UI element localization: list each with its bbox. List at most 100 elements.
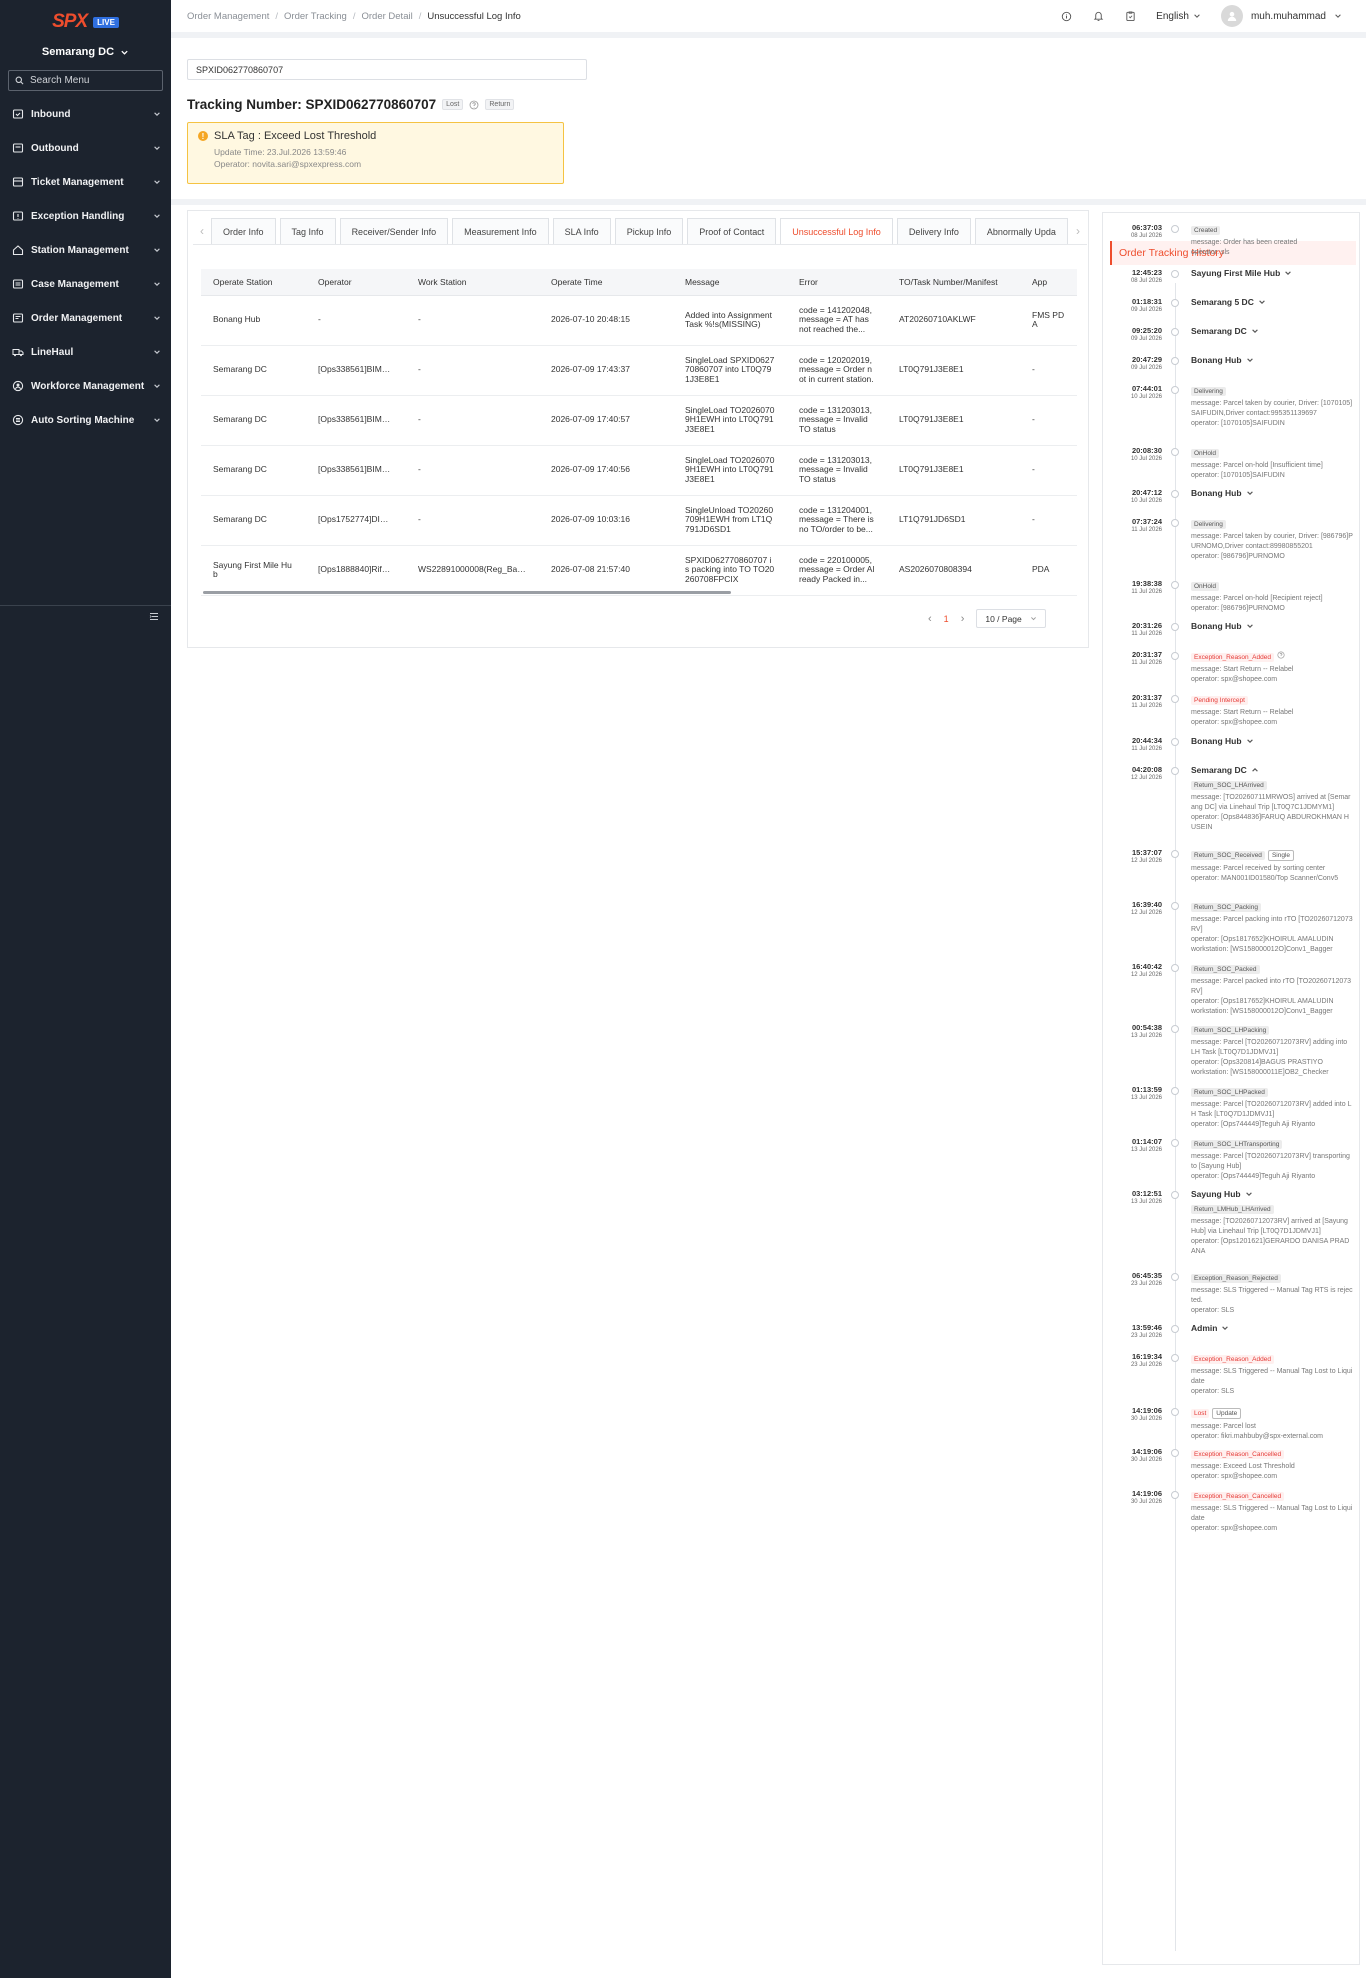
user-menu[interactable]: muh.muhammad [1220,5,1342,27]
chevron-down-icon [154,316,160,320]
sidebar-item-station-management[interactable]: Station Management [0,233,171,267]
chevron-down-icon [1245,1192,1252,1196]
table-cell: SingleLoad SPXID062770860707 into LT0Q79… [673,345,787,396]
timeline-dot [1171,225,1179,233]
event-date: 23 Jul 2026 [1130,1362,1162,1368]
sidebar-item-ticket-management[interactable]: Ticket Management [0,165,171,199]
sidebar-item-exception-handling[interactable]: Exception Handling [0,199,171,233]
event-badge: Single [1267,850,1295,861]
event-date: 11 Jul 2026 [1131,746,1162,752]
tab-delivery-info[interactable]: Delivery Info [896,218,971,244]
timeline-dot [1171,1325,1179,1333]
cell-text: code = 131203013, message = Invalid TO s… [799,405,873,434]
sidebar-item-label: Case Management [31,278,119,290]
sidebar-item-label: Exception Handling [31,210,125,222]
page-number[interactable]: 1 [944,614,949,624]
event-message: message: Parcel packing into rTO [TO2026… [1191,916,1353,953]
cell-text: - [418,465,421,475]
event-location[interactable]: Semarang DC [1191,765,1353,775]
tab-measurement-info[interactable]: Measurement Info [452,218,549,244]
collapse-menu-icon[interactable] [149,612,159,624]
chevron-down-icon [1285,271,1292,275]
tab-abnormally-upda[interactable]: Abnormally Upda [974,218,1068,244]
event-body: Bonang Hub [1191,355,1353,368]
tab-order-info[interactable]: Order Info [211,218,276,244]
event-status-tag: Lost [1191,1409,1210,1418]
event-date: 12 Jul 2026 [1130,775,1162,781]
language-selector[interactable]: English [1156,11,1201,22]
help-icon[interactable] [1277,650,1285,662]
tab-sla-info[interactable]: SLA Info [552,218,611,244]
sidebar-item-workforce-management[interactable]: Workforce Management [0,369,171,403]
event-location[interactable]: Bonang Hub [1191,355,1353,365]
station-selector[interactable]: Semarang DC [0,42,171,62]
sidebar-item-inbound[interactable]: Inbound [0,97,171,131]
event-location[interactable]: Bonang Hub [1191,621,1353,631]
menu-search-input[interactable]: Search Menu [8,70,163,91]
event-time: 16:19:34 [1131,1352,1162,1361]
event-status-tag: Return_SOC_LHPacking [1191,1026,1270,1035]
table-cell: Added into Assignment Task %!s(MISSING) [673,295,787,346]
brand-logo[interactable]: SPX LIVE [0,0,171,40]
search-icon [15,76,24,85]
event-location[interactable]: Sayung First Mile Hub [1191,268,1353,278]
bell-icon[interactable] [1082,10,1114,22]
event-body: Created message: Order has been created o… [1191,223,1353,258]
cell-text: 2026-07-08 21:57:40 [551,565,630,575]
help-icon[interactable] [469,100,479,110]
next-page-icon[interactable]: › [961,613,965,625]
chevron-down-icon [1246,358,1253,362]
tracking-number-input[interactable] [187,59,587,80]
table-cell: Sayung First Mile Hub [201,545,306,596]
cell-text: code = 120202019, message = Order not in… [799,355,874,384]
horizontal-scrollbar[interactable] [203,591,731,594]
event-message: message: Parcel taken by courier, Driver… [1191,533,1353,560]
sidebar-item-label: LineHaul [31,346,74,358]
tab-receiver-sender-info[interactable]: Receiver/Sender Info [339,218,449,244]
event-status-line: Pending Intercept [1191,693,1353,708]
info-icon[interactable] [1050,11,1082,22]
chevron-down-icon [154,112,160,116]
tab-proof-of-contact[interactable]: Proof of Contact [687,218,777,244]
event-location[interactable]: Sayung Hub [1191,1189,1353,1199]
breadcrumb-order-tracking[interactable]: Order Tracking [284,11,347,22]
table-cell: SingleUnload TO20260709H1EWH from LT1Q79… [673,495,787,546]
sidebar-item-outbound[interactable]: Outbound [0,131,171,165]
tab-tag-info[interactable]: Tag Info [279,218,336,244]
event-body: Semarang 5 DC [1191,297,1353,310]
event-location[interactable]: Semarang DC [1191,326,1353,336]
tab-pickup-info[interactable]: Pickup Info [614,218,684,244]
prev-page-icon[interactable]: ‹ [928,613,932,625]
breadcrumb-order-management[interactable]: Order Management [187,11,269,22]
event-location[interactable]: Semarang 5 DC [1191,297,1353,307]
breadcrumb-order-detail[interactable]: Order Detail [361,11,412,22]
table-cell: [Ops338561]BIMA ... [306,445,406,496]
page-size-select[interactable]: 10 / Page [976,609,1046,628]
event-date: 11 Jul 2026 [1131,589,1162,595]
chevron-down-icon [154,146,160,150]
tab-unsuccessful-log-info[interactable]: Unsuccessful Log Info [780,218,893,244]
clipboard-icon[interactable] [1114,10,1146,22]
event-location[interactable]: Bonang Hub [1191,736,1353,746]
event-location[interactable]: Bonang Hub [1191,488,1353,498]
event-date: 09 Jul 2026 [1130,365,1162,371]
sidebar-item-auto-sorting-machine[interactable]: Auto Sorting Machine [0,403,171,437]
event-body: Return_SOC_Received Single message: Parcel… [1191,848,1353,884]
tab-scroll-left-icon[interactable]: ‹ [193,218,211,244]
event-badge: Update [1212,1408,1242,1419]
tab-scroll-right-icon[interactable]: › [1069,218,1087,244]
sidebar-item-order-management[interactable]: Order Management [0,301,171,335]
workforce-icon [12,380,24,392]
event-body: Bonang Hub [1191,488,1353,501]
table-cell: 2026-07-09 17:43:37 [539,345,673,396]
event-message: message: Order has been created operator… [1191,239,1298,256]
table-cell: 2026-07-09 17:40:56 [539,445,673,496]
sidebar-item-case-management[interactable]: Case Management [0,267,171,301]
event-location[interactable]: Admin [1191,1323,1353,1333]
table-cell: LT0Q791J3E8E1 [887,445,1020,496]
chevron-down-icon [154,350,160,354]
sidebar-item-linehaul[interactable]: LineHaul [0,335,171,369]
event-date: 23 Jul 2026 [1130,1281,1162,1287]
inbound-icon [12,108,24,120]
cell-text: SingleLoad TO20260709H1EWH into LT0Q791J… [685,455,775,484]
